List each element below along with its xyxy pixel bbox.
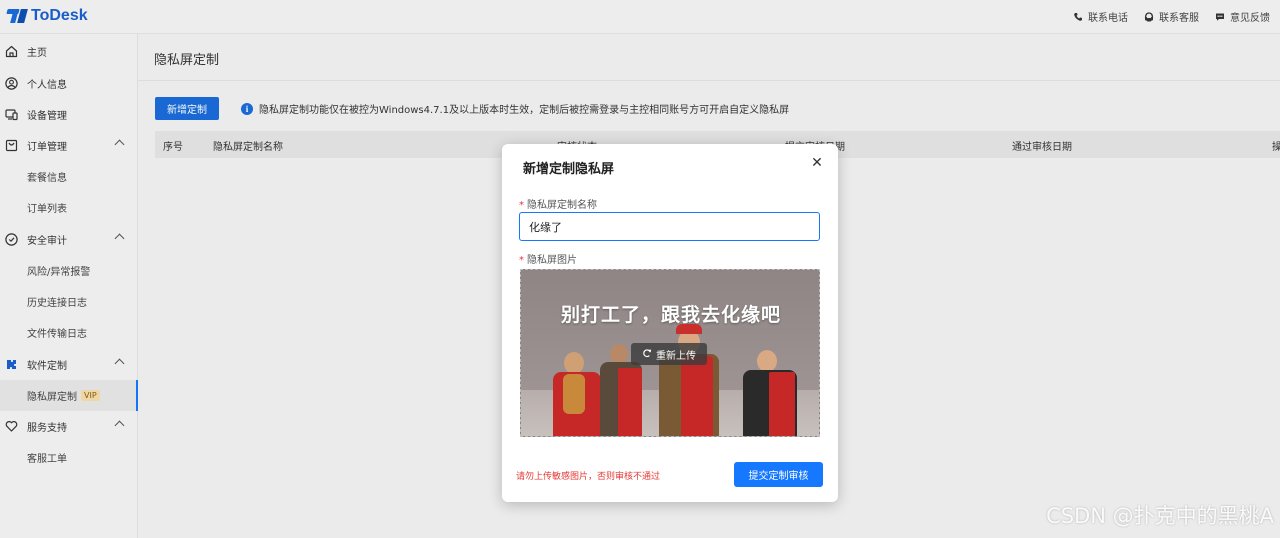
name-field-label: * 隐私屏定制名称 [519, 196, 597, 211]
refresh-icon [642, 348, 652, 361]
close-icon[interactable]: ✕ [810, 155, 824, 171]
image-caption-text: 别打工了，跟我去化缘吧 [560, 304, 781, 326]
image-field-label-text: 隐私屏图片 [527, 255, 577, 266]
privacy-screen-image-upload[interactable]: 别打工了，跟我去化缘吧 重新上传 [520, 269, 820, 437]
reupload-button[interactable]: 重新上传 [631, 343, 707, 365]
upload-warning: 请勿上传敏感图片，否则审核不通过 [516, 472, 661, 482]
privacy-screen-name-input[interactable] [519, 212, 820, 241]
figure [739, 348, 797, 436]
dialog-title: 新增定制隐私屏 [523, 162, 615, 177]
reupload-label: 重新上传 [656, 350, 696, 362]
name-field-label-text: 隐私屏定制名称 [527, 200, 597, 211]
image-field-label: * 隐私屏图片 [519, 251, 577, 266]
submit-review-button[interactable]: 提交定制审核 [734, 462, 823, 487]
required-mark: * [519, 255, 524, 266]
required-mark: * [519, 200, 524, 211]
new-privacy-screen-dialog: 新增定制隐私屏 ✕ *隐私屏定制名称 *隐私屏图片 别打工了，跟我去化缘吧 [502, 144, 838, 502]
figure [551, 350, 601, 436]
watermark: CSDN @扑克中的黑桃A [1046, 504, 1274, 528]
